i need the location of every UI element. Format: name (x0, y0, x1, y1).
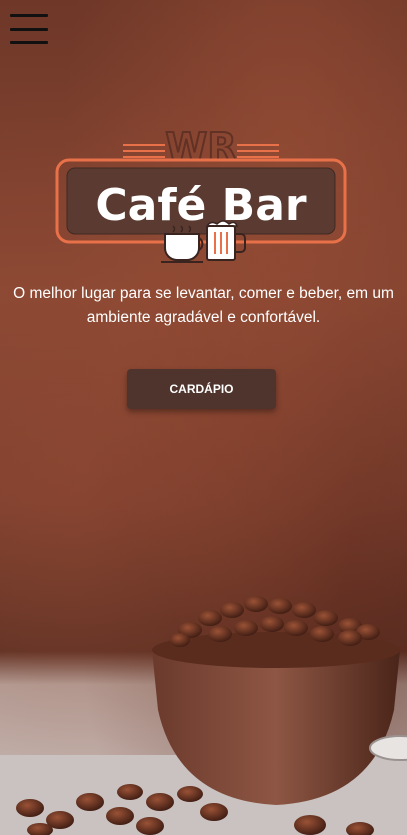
logo-title: Café Bar (95, 180, 307, 231)
cafe-bar-logo: WR Café Bar (55, 124, 347, 263)
coffee-beans-bowl-image (0, 596, 407, 835)
hero-tagline: O melhor lugar para se levantar, comer e… (13, 285, 394, 326)
menu-cta-button[interactable]: CARDÁPIO (127, 369, 276, 409)
svg-text:WR: WR (165, 125, 236, 169)
hamburger-menu-icon[interactable] (10, 14, 48, 44)
